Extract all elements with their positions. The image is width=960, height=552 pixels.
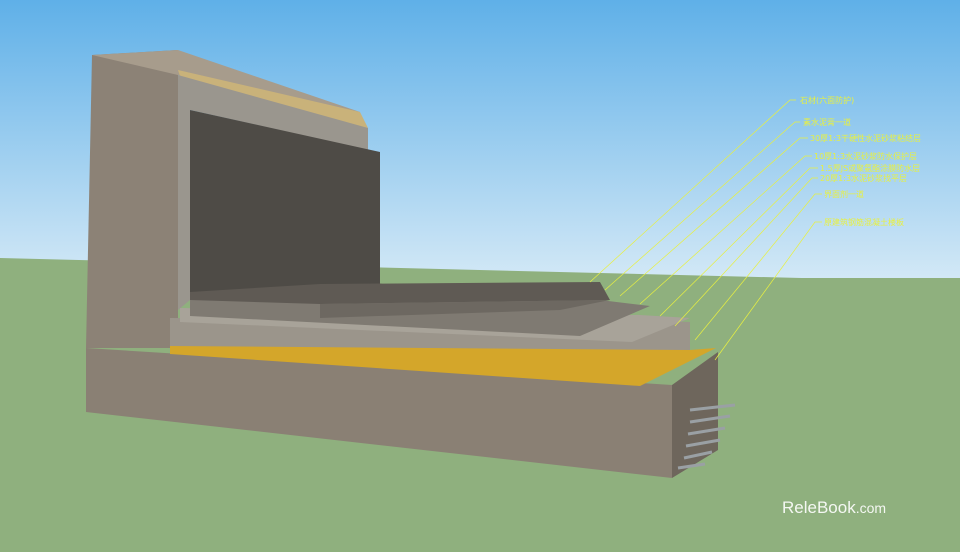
label-concrete-slab: 原建筑钢筋混凝土楼板 — [824, 218, 904, 227]
label-interface-agent: 界面剂一道 — [824, 190, 864, 199]
label-cement-paste: 素水泥膏一道 — [803, 118, 851, 127]
watermark-brand: ReleBook — [782, 498, 856, 517]
label-bond-layer: 30厚1:3干硬性水泥砂浆粘结层 — [810, 134, 922, 143]
label-protection-layer: 10厚1:3水泥砂浆防水保护层 — [814, 152, 918, 161]
watermark-suffix: .com — [855, 500, 887, 516]
wall-front — [86, 50, 178, 348]
label-stone: 石材(六面防护) — [800, 96, 855, 105]
watermark-logo: ReleBook.com — [782, 498, 886, 518]
label-leveling-layer: 20厚1:3水泥砂浆找平层 — [820, 174, 908, 183]
section-scene — [0, 0, 960, 552]
